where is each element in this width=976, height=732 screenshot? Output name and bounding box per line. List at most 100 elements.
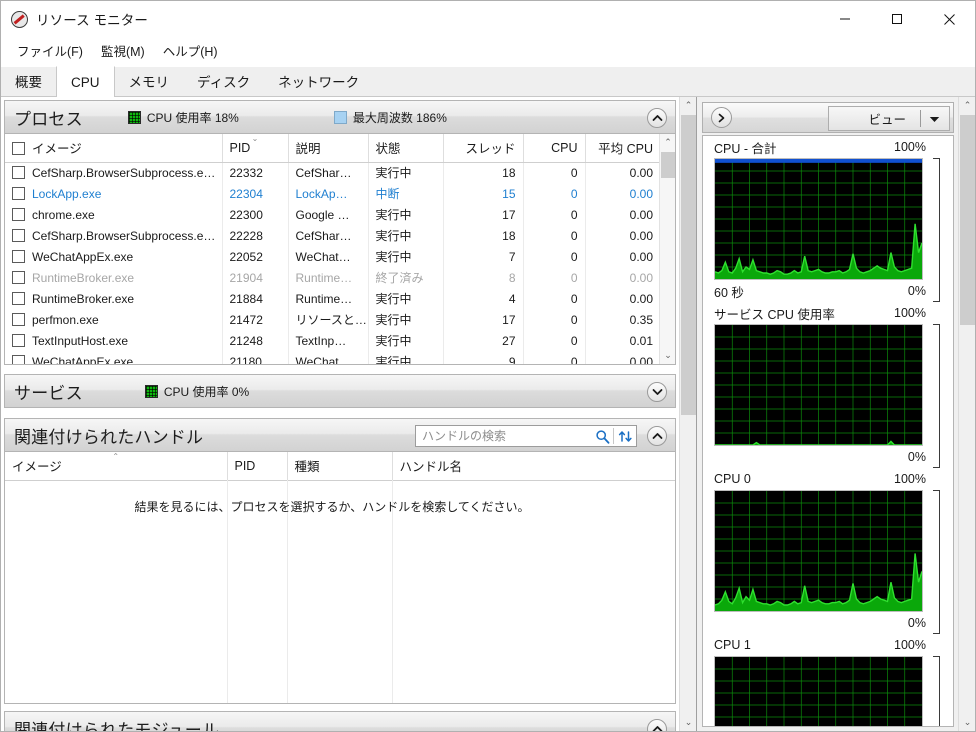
row-checkbox[interactable] — [12, 166, 25, 179]
col-handle-pid[interactable]: PID — [227, 452, 287, 480]
modules-panel-header[interactable]: 関連付けられたモジュール — [4, 711, 676, 731]
scroll-down-icon[interactable]: ⌄ — [660, 347, 676, 364]
cell-status: 終了済み — [368, 267, 443, 288]
row-checkbox[interactable] — [12, 334, 25, 347]
graph-label-row: CPU - 合計100% — [703, 136, 953, 158]
row-checkbox[interactable] — [12, 292, 25, 305]
services-expand-button[interactable] — [647, 382, 667, 402]
cell-threads: 18 — [443, 225, 523, 246]
cell-threads: 7 — [443, 246, 523, 267]
maximize-button[interactable] — [871, 1, 923, 37]
scroll-down-icon[interactable]: ⌄ — [959, 714, 976, 731]
table-row[interactable]: CefSharp.BrowserSubprocess.e…22228CefSha… — [5, 225, 660, 246]
handle-search-box[interactable] — [415, 425, 637, 447]
tab-memory[interactable]: メモリ — [115, 66, 184, 96]
expand-panel-button[interactable] — [711, 107, 732, 128]
col-description[interactable]: 説明 — [288, 134, 368, 162]
select-all-checkbox[interactable] — [12, 142, 25, 155]
table-row[interactable]: LockApp.exe22304LockAp…中断1500.00 — [5, 183, 660, 204]
menu-file[interactable]: ファイル(F) — [8, 38, 92, 64]
scroll-up-icon[interactable]: ⌃ — [680, 97, 697, 114]
row-checkbox[interactable] — [12, 208, 25, 221]
menu-monitor[interactable]: 監視(M) — [92, 38, 154, 64]
window-title: リソース モニター — [36, 9, 148, 29]
view-button[interactable]: ビュー — [828, 106, 950, 131]
graph-label-row: サービス CPU 使用率100% — [703, 302, 953, 324]
col-pid[interactable]: ⌄PID — [222, 134, 288, 162]
graph-canvas — [714, 656, 923, 727]
process-name-label: WeChatAppEx.exe — [32, 355, 133, 366]
refresh-icon[interactable] — [614, 426, 636, 446]
cell-average-cpu: 0.00 — [585, 225, 660, 246]
row-checkbox[interactable] — [12, 229, 25, 242]
scroll-down-icon[interactable]: ⌄ — [680, 714, 697, 731]
table-row[interactable]: WeChatAppEx.exe22052WeChat…実行中700.00 — [5, 246, 660, 267]
cell-status: 実行中 — [368, 330, 443, 351]
cell-average-cpu: 0.01 — [585, 330, 660, 351]
col-handle-image[interactable]: ⌃イメージ — [5, 452, 227, 480]
row-checkbox[interactable] — [12, 187, 25, 200]
cell-description: CefShar… — [288, 225, 368, 246]
scroll-up-icon[interactable]: ⌃ — [959, 97, 976, 114]
cell-average-cpu: 0.00 — [585, 288, 660, 309]
minimize-button[interactable] — [819, 1, 871, 37]
cell-cpu: 0 — [523, 330, 585, 351]
left-column-scrollbar[interactable]: ⌃ ⌄ — [679, 97, 696, 731]
graph-panel-scrollbar[interactable]: ⌃ ⌄ — [958, 97, 975, 731]
tab-network[interactable]: ネットワーク — [264, 66, 373, 96]
row-checkbox[interactable] — [12, 313, 25, 326]
chevron-down-icon[interactable] — [929, 112, 940, 126]
cell-average-cpu: 0.00 — [585, 183, 660, 204]
left-column-scroll-thumb[interactable] — [681, 115, 696, 415]
col-handle-name[interactable]: ハンドル名 — [392, 452, 676, 480]
table-row[interactable]: RuntimeBroker.exe21884Runtime…実行中400.00 — [5, 288, 660, 309]
table-row[interactable]: chrome.exe22300Google …実行中1700.00 — [5, 204, 660, 225]
cell-average-cpu: 0.35 — [585, 309, 660, 330]
view-button-separator — [920, 110, 921, 127]
close-button[interactable] — [923, 1, 975, 37]
cell-pid: 21248 — [222, 330, 288, 351]
graph-scroll-thumb[interactable] — [960, 115, 975, 325]
table-row[interactable]: RuntimeBroker.exe21904Runtime…終了済み800.00 — [5, 267, 660, 288]
menu-bar: ファイル(F) 監視(M) ヘルプ(H) — [1, 37, 975, 65]
handles-collapse-button[interactable] — [647, 426, 667, 446]
cell-description: WeChat… — [288, 246, 368, 267]
row-checkbox[interactable] — [12, 355, 25, 366]
tab-disk[interactable]: ディスク — [183, 66, 264, 96]
scroll-up-icon[interactable]: ⌃ — [660, 134, 676, 151]
processes-scrollbar[interactable]: ⌃ ⌄ — [659, 134, 675, 364]
row-checkbox[interactable] — [12, 250, 25, 263]
col-cpu[interactable]: CPU — [523, 134, 585, 162]
graph-title: CPU - 合計 — [714, 138, 777, 157]
search-icon[interactable] — [591, 426, 613, 446]
graph-label-row: CPU 1100% — [703, 634, 953, 656]
processes-panel-header[interactable]: プロセス CPU 使用率 18% 最大周波数 186% — [4, 100, 676, 134]
menu-help[interactable]: ヘルプ(H) — [154, 38, 227, 64]
processes-panel-title: プロセス — [14, 105, 83, 130]
processes-scroll-thumb[interactable] — [661, 152, 675, 178]
row-checkbox[interactable] — [12, 271, 25, 284]
modules-collapse-button[interactable] — [647, 719, 667, 731]
table-row[interactable]: CefSharp.BrowserSubprocess.e…22332CefSha… — [5, 162, 660, 183]
sort-ascending-icon: ⌃ — [112, 453, 119, 461]
col-image[interactable]: イメージ — [5, 134, 222, 162]
table-row[interactable]: WeChatAppEx.exe21180WeChat…実行中900.00 — [5, 351, 660, 365]
tab-cpu[interactable]: CPU — [56, 66, 115, 97]
processes-collapse-button[interactable] — [647, 108, 667, 128]
handles-panel-header[interactable]: 関連付けられたハンドル — [4, 418, 676, 452]
cell-pid: 22300 — [222, 204, 288, 225]
cell-status: 実行中 — [368, 309, 443, 330]
col-status[interactable]: 状態 — [368, 134, 443, 162]
cpu-graph-block: CPU 0100%0% — [703, 468, 953, 634]
tab-overview[interactable]: 概要 — [1, 66, 56, 96]
graph-plot-area — [714, 158, 923, 280]
table-row[interactable]: TextInputHost.exe21248TextInp…実行中2700.01 — [5, 330, 660, 351]
col-average-cpu[interactable]: 平均 CPU — [585, 134, 660, 162]
services-panel-header[interactable]: サービス CPU 使用率 0% — [4, 374, 676, 408]
axis-bracket — [933, 490, 940, 634]
col-handle-type[interactable]: 種類 — [287, 452, 392, 480]
handle-search-input[interactable] — [416, 429, 591, 443]
process-name-label: perfmon.exe — [32, 313, 99, 327]
col-threads[interactable]: スレッド — [443, 134, 523, 162]
table-row[interactable]: perfmon.exe21472リソースと…実行中1700.35 — [5, 309, 660, 330]
